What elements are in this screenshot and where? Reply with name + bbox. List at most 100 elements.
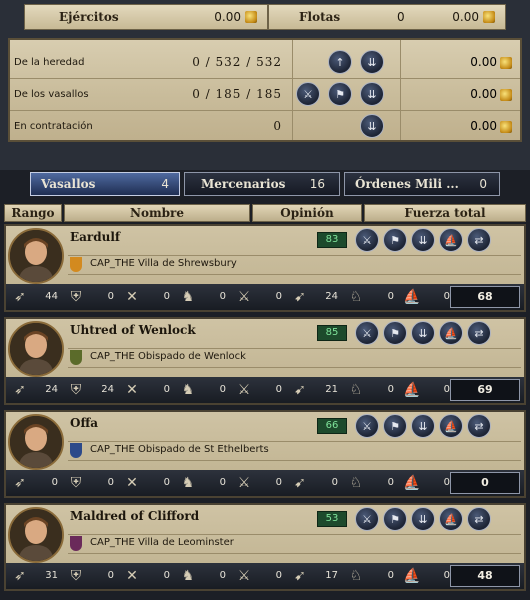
troop-count: 0 (387, 291, 394, 302)
raise-all-icon[interactable]: ⚑ (383, 321, 407, 345)
vassal-title[interactable]: CAP_THE Obispado de St Ethelberts (90, 444, 269, 455)
merge-icon[interactable]: ⇄ (467, 321, 491, 345)
troop-count: 0 (163, 477, 170, 488)
vassal-card[interactable]: Offa 66 ⚔ ⚑ ⇊ ⛵ ⇄ CAP_THE Obispado de St… (4, 410, 526, 498)
ship-icon[interactable]: ⛵ (439, 507, 463, 531)
raise-all-vassal-icon[interactable]: ⚑ (328, 82, 352, 106)
raise-levy-icon[interactable]: ⚔ (355, 507, 379, 531)
coat-of-arms-icon[interactable] (70, 257, 82, 272)
merge-icon[interactable]: ⇄ (467, 507, 491, 531)
troop-count: 24 (45, 384, 58, 395)
armies-gold: 0.00 (214, 10, 241, 24)
disband-levy-icon[interactable]: ⇊ (360, 50, 384, 74)
levy-table: De la heredad 0 / 532 / 532 ↑ ⇊ 0.00 De … (8, 38, 522, 142)
merge-icon[interactable]: ⇄ (467, 228, 491, 252)
raise-all-icon[interactable]: ⚑ (383, 507, 407, 531)
disband-icon[interactable]: ⇊ (411, 414, 435, 438)
total-strength: 0 (450, 472, 520, 494)
row-label: De los vasallos (14, 88, 89, 100)
fleets-header: Flotas 0 0.00 (268, 4, 506, 30)
troop-count: 0 (163, 384, 170, 395)
vassal-title[interactable]: CAP_THE Villa de Leominster (90, 537, 234, 548)
vassal-name[interactable]: Offa (70, 416, 98, 430)
troop-count: 21 (325, 384, 338, 395)
raise-levy-icon[interactable]: ↑ (328, 50, 352, 74)
disband-hired-icon[interactable]: ⇊ (360, 114, 384, 138)
gold-icon (500, 56, 512, 69)
total-strength: 48 (450, 565, 520, 587)
troop-count: 44 (45, 291, 58, 302)
vassal-title[interactable]: CAP_THE Obispado de Wenlock (90, 351, 246, 362)
troop-count: 0 (443, 570, 450, 581)
vassal-actions: ⚔ ⚑ ⇊ ⛵ ⇄ (355, 228, 491, 254)
vassal-title[interactable]: CAP_THE Villa de Shrewsbury (90, 258, 237, 269)
gold-icon (500, 120, 512, 133)
ship-icon[interactable]: ⛵ (439, 414, 463, 438)
coat-of-arms-icon[interactable] (70, 350, 82, 365)
armies-header: Ejércitos 0.00 (24, 4, 268, 30)
tab-label: Mercenarios (201, 177, 286, 191)
vassal-actions: ⚔ ⚑ ⇊ ⛵ ⇄ (355, 414, 491, 440)
troop-count: 17 (325, 570, 338, 581)
levy-row-vassals: De los vasallos 0 / 185 / 185 ⚔ ⚑ ⇊ 0.00 (10, 78, 520, 111)
army-summary-panel: Ejércitos 0.00 Flotas 0 0.00 De la hered… (0, 0, 530, 170)
troop-count: 24 (325, 291, 338, 302)
tab-label: Órdenes Mili ... (355, 177, 459, 191)
disband-icon[interactable]: ⇊ (411, 321, 435, 345)
raise-levy-icon[interactable]: ⚔ (355, 321, 379, 345)
portrait-icon (10, 509, 62, 561)
ship-icon[interactable]: ⛵ (439, 321, 463, 345)
column-name[interactable]: Nombre (64, 204, 250, 222)
raise-vassal-levy-icon[interactable]: ⚔ (296, 82, 320, 106)
coat-of-arms-icon[interactable] (70, 536, 82, 551)
total-strength: 68 (450, 286, 520, 308)
gold-icon (500, 88, 512, 101)
raise-levy-icon[interactable]: ⚔ (355, 228, 379, 252)
vassal-card[interactable]: Eardulf 83 ⚔ ⚑ ⇊ ⛵ ⇄ CAP_THE Villa de Sh… (4, 224, 526, 312)
vassal-name[interactable]: Uhtred of Wenlock (70, 323, 196, 337)
disband-icon[interactable]: ⇊ (411, 228, 435, 252)
troop-count: 0 (219, 477, 226, 488)
merge-icon[interactable]: ⇄ (467, 414, 491, 438)
vassal-title-line: CAP_THE Obispado de Wenlock (68, 348, 521, 368)
raise-all-icon[interactable]: ⚑ (383, 228, 407, 252)
column-rank[interactable]: Rango (4, 204, 62, 222)
vassal-card[interactable]: Maldred of Clifford 53 ⚔ ⚑ ⇊ ⛵ ⇄ CAP_THE… (4, 503, 526, 591)
tab-mercenaries[interactable]: Mercenarios 16 (184, 172, 340, 196)
raise-all-icon[interactable]: ⚑ (383, 414, 407, 438)
troop-count: 0 (443, 291, 450, 302)
troop-count: 0 (51, 477, 58, 488)
vassal-portrait[interactable] (8, 414, 64, 470)
vassal-name[interactable]: Maldred of Clifford (70, 509, 199, 523)
troop-count: 0 (107, 291, 114, 302)
troop-count: 0 (331, 477, 338, 488)
disband-vassal-icon[interactable]: ⇊ (360, 82, 384, 106)
fleets-label: Flotas (299, 10, 341, 24)
coat-of-arms-icon[interactable] (70, 443, 82, 458)
ship-icon[interactable]: ⛵ (439, 228, 463, 252)
vassal-name[interactable]: Eardulf (70, 230, 120, 244)
row-gold: 0.00 (470, 55, 497, 69)
disband-icon[interactable]: ⇊ (411, 507, 435, 531)
raise-levy-icon[interactable]: ⚔ (355, 414, 379, 438)
troop-count: 24 (101, 384, 114, 395)
troop-count: 0 (275, 570, 282, 581)
troop-count: 0 (219, 384, 226, 395)
troop-count: 0 (163, 291, 170, 302)
troop-count: 0 (387, 477, 394, 488)
vassal-portrait[interactable] (8, 228, 64, 284)
opinion-value: 83 (317, 232, 347, 248)
tab-label: Vasallos (41, 177, 96, 191)
row-label: En contratación (14, 120, 93, 132)
vassal-card[interactable]: Uhtred of Wenlock 85 ⚔ ⚑ ⇊ ⛵ ⇄ CAP_THE O… (4, 317, 526, 405)
tab-military-orders[interactable]: Órdenes Mili ... 0 (344, 172, 500, 196)
column-total-strength[interactable]: Fuerza total (364, 204, 526, 222)
column-opinion[interactable]: Opinión (252, 204, 362, 222)
tab-count: 16 (309, 177, 325, 191)
tab-count: 0 (479, 177, 487, 191)
tab-vassals[interactable]: Vasallos 4 (30, 172, 180, 196)
troop-count: 0 (275, 291, 282, 302)
vassal-portrait[interactable] (8, 507, 64, 563)
vassal-portrait[interactable] (8, 321, 64, 377)
total-strength: 69 (450, 379, 520, 401)
